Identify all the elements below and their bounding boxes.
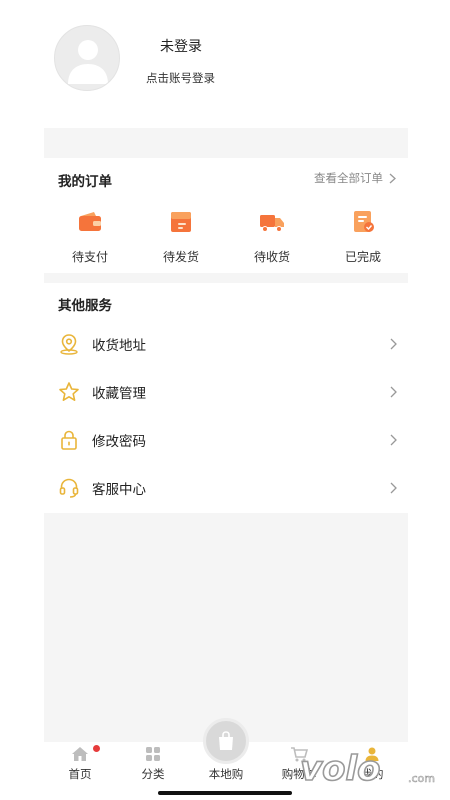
service-item-change-password[interactable]: 修改密码 (44, 416, 408, 464)
service-item-label: 收藏管理 (92, 386, 146, 402)
grid-icon (146, 747, 160, 761)
order-pending-receipt[interactable]: 待收货 (237, 210, 307, 265)
services-section-title: 其他服务 (58, 298, 112, 314)
package-icon (171, 212, 191, 232)
location-pin-icon (60, 334, 78, 355)
view-all-orders-label: 查看全部订单 (314, 171, 383, 185)
delivery-truck-icon (260, 215, 284, 232)
notification-badge (93, 745, 100, 752)
bottom-tab-bar: 首页 分类 本地购 购物车 我的 (44, 718, 408, 790)
order-completed[interactable]: 已完成 (328, 210, 398, 265)
center-tab-bubble[interactable] (203, 718, 249, 764)
wallet-icon (79, 212, 101, 231)
tab-cart[interactable]: 购物车 (269, 742, 329, 790)
home-indicator (158, 791, 292, 795)
other-services-card: 其他服务 收货地址 收藏管理 修改密码 客服中心 (44, 283, 408, 513)
chevron-right-icon (390, 434, 397, 446)
service-item-label: 客服中心 (92, 482, 146, 498)
my-orders-card: 我的订单 查看全部订单 待支付 待发货 待收货 已完成 (44, 158, 408, 273)
order-pending-payment[interactable]: 待支付 (55, 210, 125, 265)
lock-icon (61, 430, 77, 450)
tab-local-shopping[interactable]: 本地购 (196, 718, 256, 790)
order-pending-shipment[interactable]: 待发货 (146, 210, 216, 265)
service-item-favorites[interactable]: 收藏管理 (44, 368, 408, 416)
orders-section-title: 我的订单 (58, 174, 112, 190)
tab-label: 首页 (68, 767, 92, 781)
service-item-label: 收货地址 (92, 338, 146, 354)
star-icon (59, 382, 79, 401)
tab-label: 本地购 (208, 767, 244, 781)
login-prompt-link[interactable]: 点击账号登录 (146, 70, 215, 86)
tab-category[interactable]: 分类 (123, 742, 183, 790)
chevron-right-icon (390, 482, 397, 494)
service-item-customer-service[interactable]: 客服中心 (44, 464, 408, 512)
default-avatar-icon (68, 40, 108, 84)
tab-mine[interactable]: 我的 (342, 742, 402, 790)
tab-label: 购物车 (281, 767, 317, 781)
order-status-label: 待支付 (71, 250, 108, 264)
user-icon (365, 747, 379, 761)
tab-label: 我的 (360, 767, 384, 781)
view-all-orders-link[interactable]: 查看全部订单 (314, 170, 396, 186)
headset-icon (59, 478, 79, 498)
profile-header[interactable]: 未登录 点击账号登录 (0, 0, 450, 128)
service-item-label: 修改密码 (92, 434, 146, 450)
tab-label: 分类 (141, 767, 165, 781)
order-status-label: 已完成 (344, 250, 381, 264)
completed-order-icon (354, 211, 374, 232)
tab-home[interactable]: 首页 (50, 742, 110, 790)
order-status-label: 待收货 (253, 250, 290, 264)
avatar[interactable] (54, 25, 120, 91)
order-status-label: 待发货 (162, 250, 199, 264)
shopping-bag-icon (219, 731, 233, 750)
cart-icon (291, 747, 308, 762)
svg-text:.com: .com (408, 772, 435, 785)
chevron-right-icon (390, 338, 397, 350)
login-status-title[interactable]: 未登录 (160, 36, 202, 56)
chevron-right-icon (389, 173, 396, 183)
service-item-address[interactable]: 收货地址 (44, 320, 408, 368)
chevron-right-icon (390, 386, 397, 398)
home-icon (72, 747, 88, 761)
